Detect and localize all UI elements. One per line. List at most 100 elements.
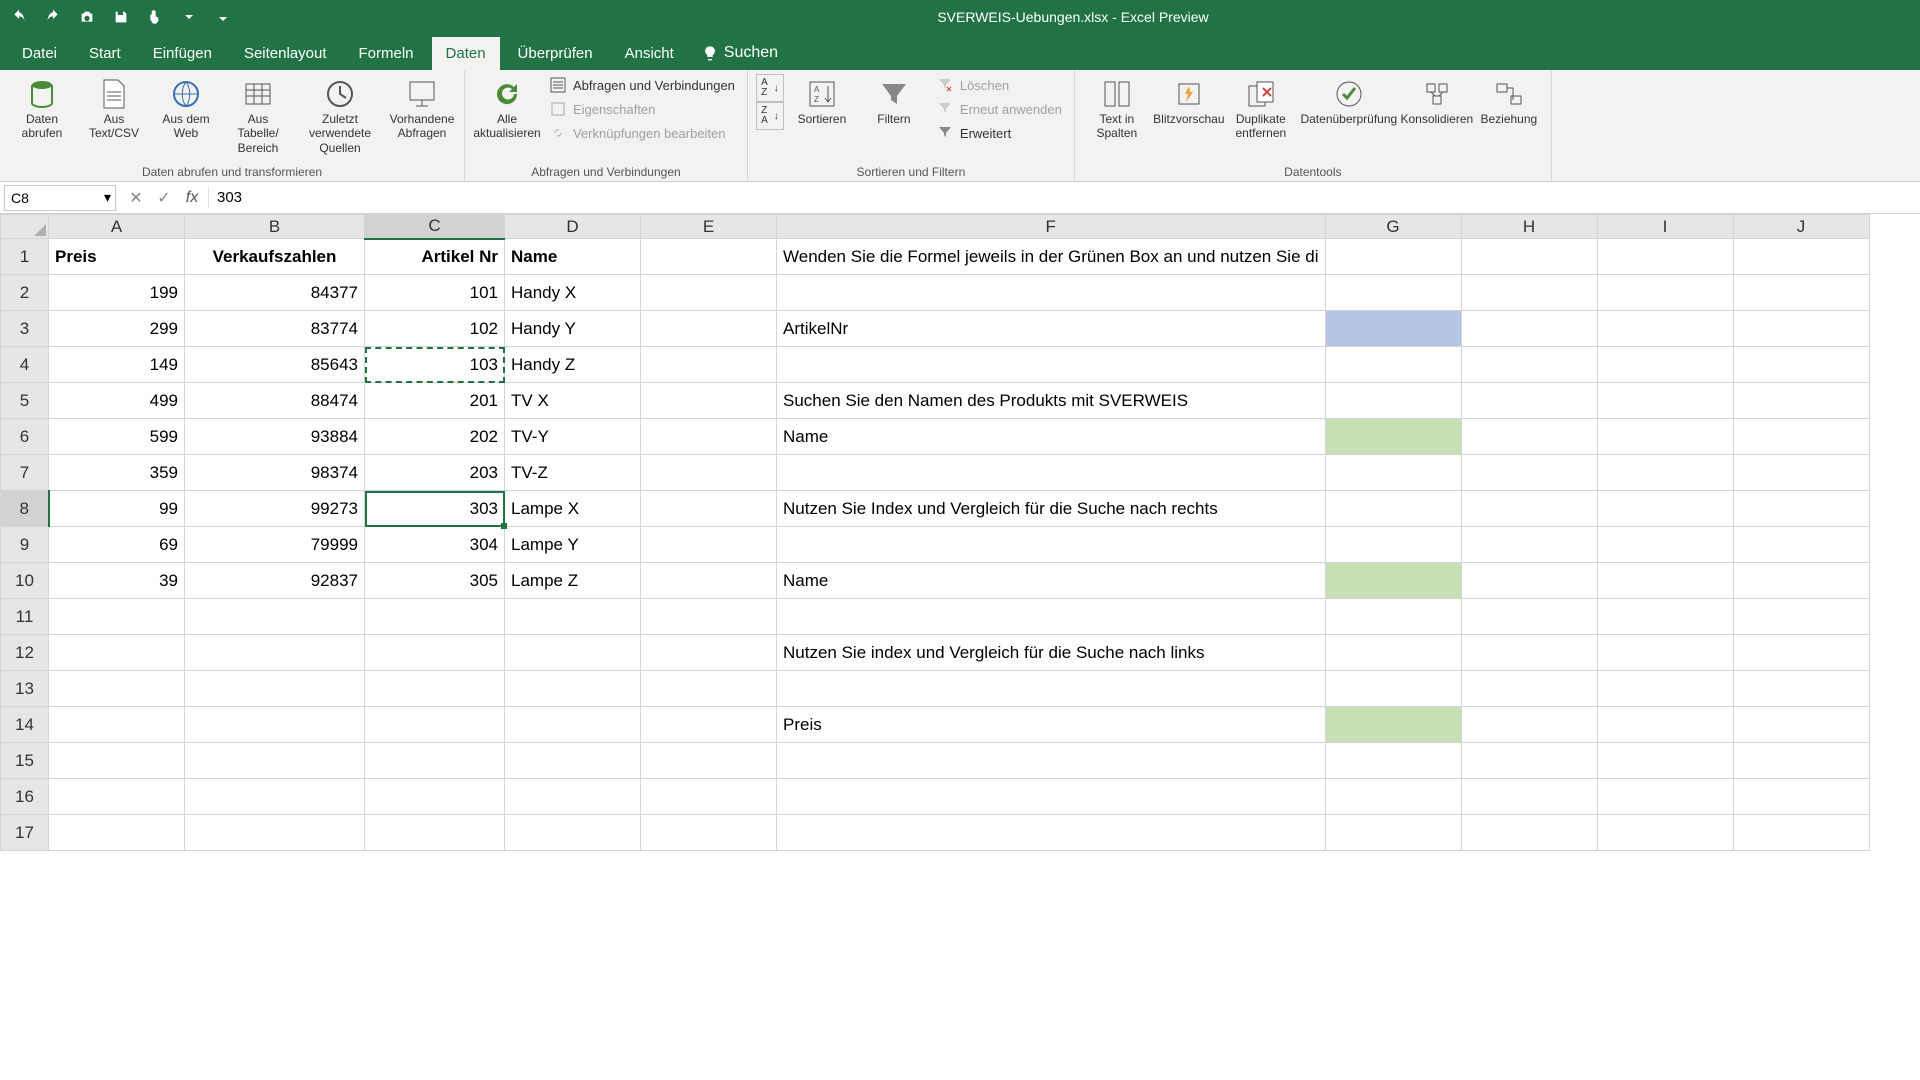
cell-D5[interactable]: TV X bbox=[505, 383, 641, 419]
cell-D7[interactable]: TV-Z bbox=[505, 455, 641, 491]
cell-G7[interactable] bbox=[1325, 455, 1461, 491]
cell-J16[interactable] bbox=[1733, 779, 1869, 815]
col-header-A[interactable]: A bbox=[49, 215, 185, 239]
cell-I11[interactable] bbox=[1597, 599, 1733, 635]
cell-D10[interactable]: Lampe Z bbox=[505, 563, 641, 599]
cell-B2[interactable]: 84377 bbox=[185, 275, 365, 311]
cell-B8[interactable]: 99273 bbox=[185, 491, 365, 527]
camera-button[interactable] bbox=[76, 6, 98, 28]
tab-ansicht[interactable]: Ansicht bbox=[611, 37, 688, 70]
cell-D15[interactable] bbox=[505, 743, 641, 779]
cell-B14[interactable] bbox=[185, 707, 365, 743]
cell-C9[interactable]: 304 bbox=[365, 527, 505, 563]
cell-F14[interactable]: Preis bbox=[777, 707, 1326, 743]
cell-E17[interactable] bbox=[641, 815, 777, 851]
cell-F15[interactable] bbox=[777, 743, 1326, 779]
cell-F1[interactable]: Wenden Sie die Formel jeweils in der Grü… bbox=[777, 239, 1326, 275]
cell-F4[interactable] bbox=[777, 347, 1326, 383]
row-header-10[interactable]: 10 bbox=[1, 563, 49, 599]
cell-G1[interactable] bbox=[1325, 239, 1461, 275]
cell-H12[interactable] bbox=[1461, 635, 1597, 671]
consolidate-button[interactable]: Konsolidieren bbox=[1403, 74, 1471, 128]
cell-E15[interactable] bbox=[641, 743, 777, 779]
sort-desc-button[interactable]: ZA↓ bbox=[756, 102, 784, 130]
cell-F8[interactable]: Nutzen Sie Index und Vergleich für die S… bbox=[777, 491, 1326, 527]
cell-A5[interactable]: 499 bbox=[49, 383, 185, 419]
tab-seitenlayout[interactable]: Seitenlayout bbox=[230, 37, 341, 70]
cell-E1[interactable] bbox=[641, 239, 777, 275]
cell-H17[interactable] bbox=[1461, 815, 1597, 851]
row-header-1[interactable]: 1 bbox=[1, 239, 49, 275]
cell-I2[interactable] bbox=[1597, 275, 1733, 311]
col-header-I[interactable]: I bbox=[1597, 215, 1733, 239]
cell-A9[interactable]: 69 bbox=[49, 527, 185, 563]
cell-D11[interactable] bbox=[505, 599, 641, 635]
cell-C13[interactable] bbox=[365, 671, 505, 707]
cell-J13[interactable] bbox=[1733, 671, 1869, 707]
cell-F16[interactable] bbox=[777, 779, 1326, 815]
qat-customize-button[interactable] bbox=[212, 6, 234, 28]
cell-E9[interactable] bbox=[641, 527, 777, 563]
cell-C14[interactable] bbox=[365, 707, 505, 743]
cell-B17[interactable] bbox=[185, 815, 365, 851]
from-csv-button[interactable]: Aus Text/CSV bbox=[80, 74, 148, 143]
cell-D8[interactable]: Lampe X bbox=[505, 491, 641, 527]
col-header-E[interactable]: E bbox=[641, 215, 777, 239]
data-validation-button[interactable]: Datenüberprüfung bbox=[1299, 74, 1399, 128]
cell-E5[interactable] bbox=[641, 383, 777, 419]
cell-B7[interactable]: 98374 bbox=[185, 455, 365, 491]
cell-A8[interactable]: 99 bbox=[49, 491, 185, 527]
cell-I3[interactable] bbox=[1597, 311, 1733, 347]
cell-A3[interactable]: 299 bbox=[49, 311, 185, 347]
cell-I5[interactable] bbox=[1597, 383, 1733, 419]
chevron-down-icon[interactable]: ▾ bbox=[104, 189, 111, 206]
cell-D14[interactable] bbox=[505, 707, 641, 743]
cell-C11[interactable] bbox=[365, 599, 505, 635]
cell-G15[interactable] bbox=[1325, 743, 1461, 779]
row-header-9[interactable]: 9 bbox=[1, 527, 49, 563]
cell-B5[interactable]: 88474 bbox=[185, 383, 365, 419]
cell-F12[interactable]: Nutzen Sie index und Vergleich für die S… bbox=[777, 635, 1326, 671]
cell-G13[interactable] bbox=[1325, 671, 1461, 707]
cell-H9[interactable] bbox=[1461, 527, 1597, 563]
formula-input[interactable]: 303 bbox=[209, 182, 1920, 213]
cell-G3[interactable] bbox=[1325, 311, 1461, 347]
relationships-button[interactable]: Beziehung bbox=[1475, 74, 1543, 128]
cell-A17[interactable] bbox=[49, 815, 185, 851]
row-header-16[interactable]: 16 bbox=[1, 779, 49, 815]
cell-J5[interactable] bbox=[1733, 383, 1869, 419]
recent-sources-button[interactable]: Zuletzt verwendete Quellen bbox=[296, 74, 384, 157]
cell-G14[interactable] bbox=[1325, 707, 1461, 743]
cell-F2[interactable] bbox=[777, 275, 1326, 311]
cell-F3[interactable]: ArtikelNr bbox=[777, 311, 1326, 347]
cell-A15[interactable] bbox=[49, 743, 185, 779]
remove-duplicates-button[interactable]: Duplikate entfernen bbox=[1227, 74, 1295, 143]
cell-I8[interactable] bbox=[1597, 491, 1733, 527]
cell-A7[interactable]: 359 bbox=[49, 455, 185, 491]
cell-F6[interactable]: Name bbox=[777, 419, 1326, 455]
col-header-H[interactable]: H bbox=[1461, 215, 1597, 239]
cell-C12[interactable] bbox=[365, 635, 505, 671]
cell-C2[interactable]: 101 bbox=[365, 275, 505, 311]
cell-A11[interactable] bbox=[49, 599, 185, 635]
cell-J9[interactable] bbox=[1733, 527, 1869, 563]
cell-J6[interactable] bbox=[1733, 419, 1869, 455]
cell-G2[interactable] bbox=[1325, 275, 1461, 311]
cell-B12[interactable] bbox=[185, 635, 365, 671]
touch-mode-button[interactable] bbox=[144, 6, 166, 28]
cell-D12[interactable] bbox=[505, 635, 641, 671]
cell-F17[interactable] bbox=[777, 815, 1326, 851]
cell-C3[interactable]: 102 bbox=[365, 311, 505, 347]
cell-J12[interactable] bbox=[1733, 635, 1869, 671]
col-header-D[interactable]: D bbox=[505, 215, 641, 239]
cell-J8[interactable] bbox=[1733, 491, 1869, 527]
cell-D17[interactable] bbox=[505, 815, 641, 851]
cell-I1[interactable] bbox=[1597, 239, 1733, 275]
cell-I9[interactable] bbox=[1597, 527, 1733, 563]
cell-J15[interactable] bbox=[1733, 743, 1869, 779]
cell-E7[interactable] bbox=[641, 455, 777, 491]
cell-H7[interactable] bbox=[1461, 455, 1597, 491]
row-header-15[interactable]: 15 bbox=[1, 743, 49, 779]
cell-C16[interactable] bbox=[365, 779, 505, 815]
existing-connections-button[interactable]: Vorhandene Abfragen bbox=[388, 74, 456, 143]
